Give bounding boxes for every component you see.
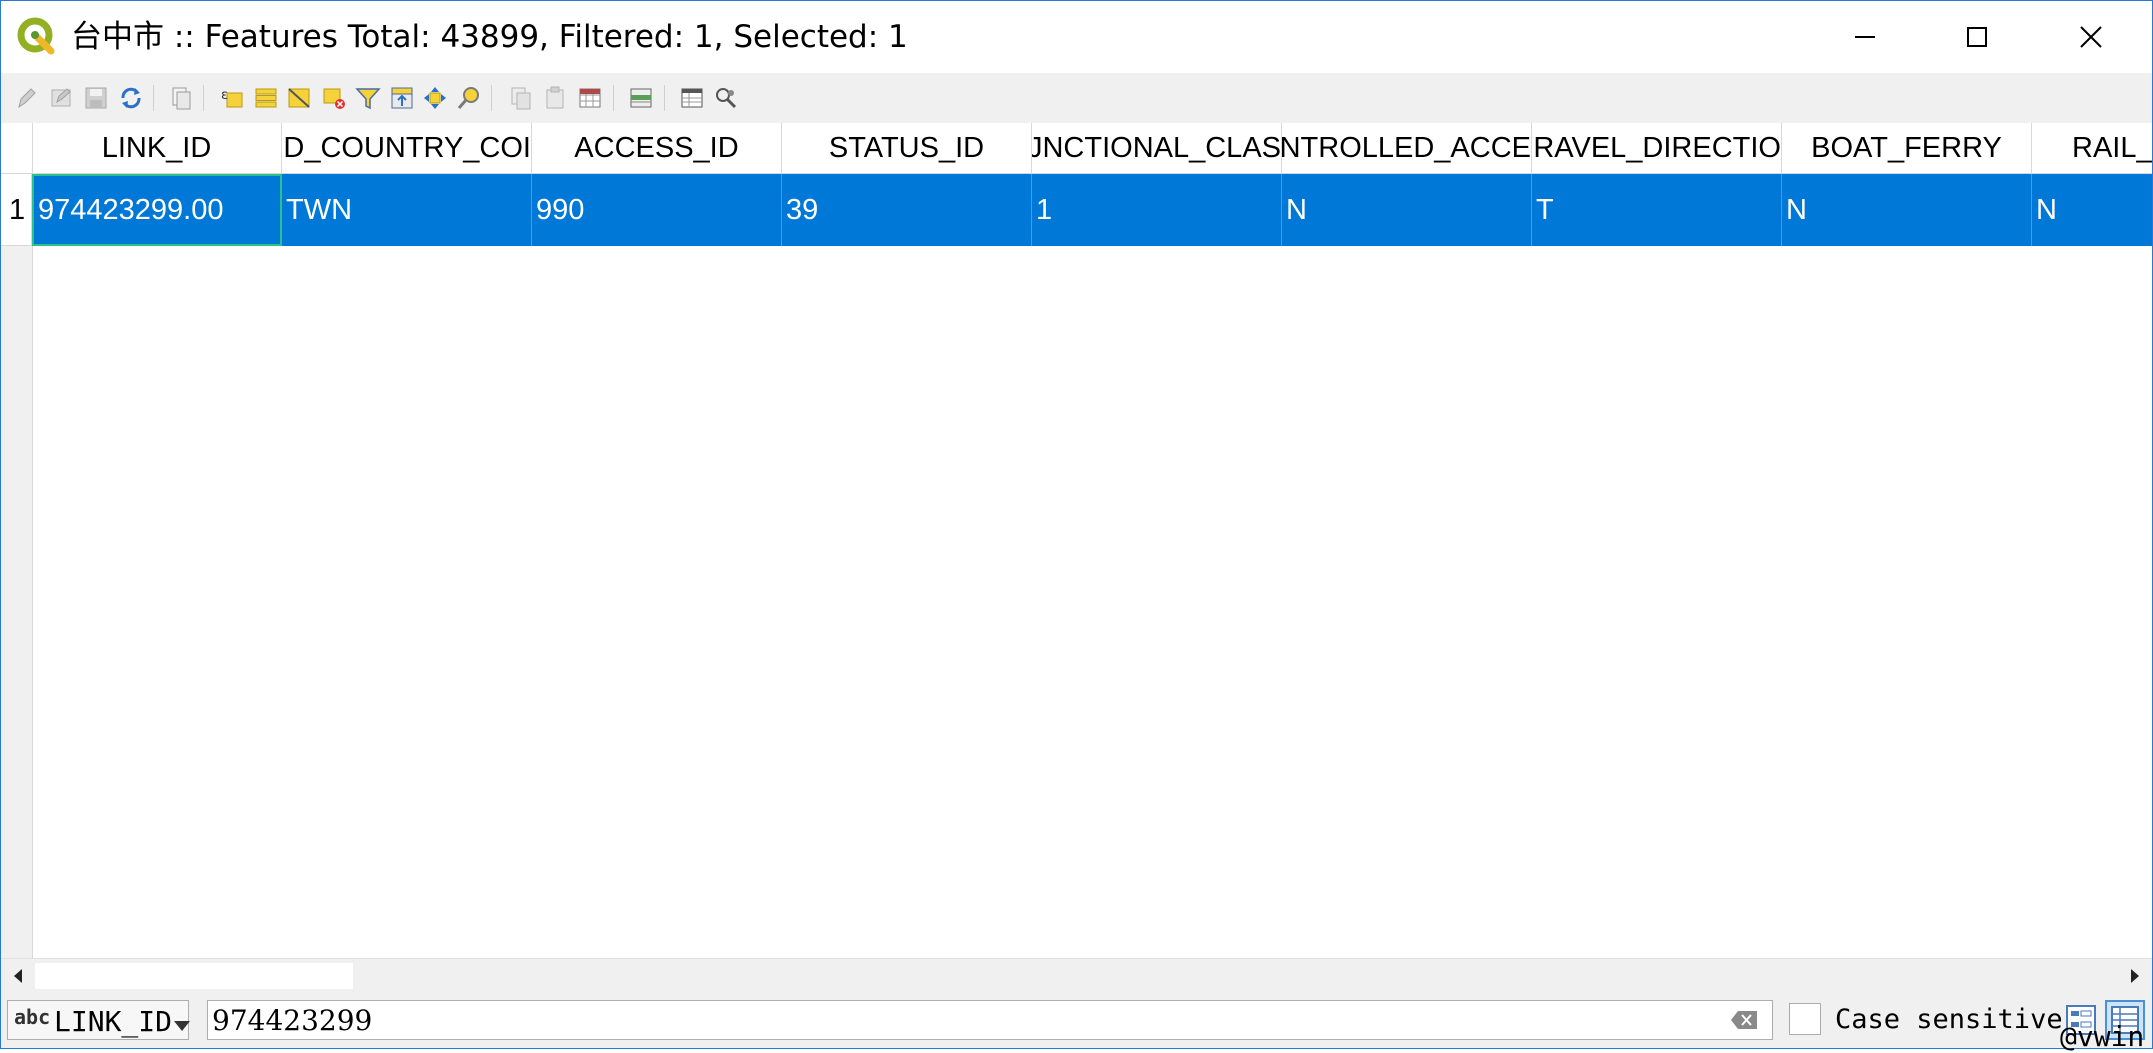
- qgis-logo-icon: [17, 17, 55, 55]
- arrow-left-icon: [14, 969, 22, 983]
- toolbar-separator: [153, 85, 154, 111]
- scrollbar-thumb[interactable]: [35, 963, 353, 989]
- move-selection-top-icon[interactable]: [389, 85, 415, 111]
- invert-selection-icon[interactable]: [286, 85, 312, 111]
- attribute-table[interactable]: LINK_ID D_COUNTRY_COI ACCESS_ID STATUS_I…: [1, 123, 2152, 958]
- chevron-down-icon: [174, 1021, 190, 1031]
- toggle-multi-edit-icon[interactable]: [49, 85, 75, 111]
- minimize-icon: [1855, 36, 1875, 38]
- add-feature-icon[interactable]: [168, 85, 194, 111]
- toolbar-separator: [664, 85, 665, 111]
- actions-icon[interactable]: [713, 85, 739, 111]
- save-edits-icon[interactable]: [83, 85, 109, 111]
- filter-search-box[interactable]: [207, 1000, 1773, 1040]
- table-cell-controlled-access[interactable]: N: [1282, 174, 1532, 246]
- table-row[interactable]: 974423299.00 TWN 990 39 1 N T N N: [32, 174, 2152, 246]
- row-number-header[interactable]: 1: [1, 174, 32, 246]
- table-header-row: LINK_ID D_COUNTRY_COI ACCESS_ID STATUS_I…: [1, 123, 2152, 174]
- table-cell-functional-class[interactable]: 1: [1032, 174, 1282, 246]
- maximize-button[interactable]: [1931, 1, 2023, 73]
- paste-features-icon[interactable]: [543, 85, 569, 111]
- filter-select-icon[interactable]: [355, 85, 381, 111]
- table-cell-link-id[interactable]: 974423299.00: [32, 174, 282, 246]
- column-header-functional-class[interactable]: JNCTIONAL_CLAS: [1032, 123, 1282, 173]
- table-cell-access-id[interactable]: 990: [532, 174, 782, 246]
- field-calculator-icon[interactable]: [628, 85, 654, 111]
- field-selector-button[interactable]: abc LINK_ID: [7, 1000, 190, 1040]
- arrow-right-icon: [2131, 969, 2139, 983]
- case-sensitive-label: Case sensitive: [1835, 1004, 2063, 1035]
- delete-field-icon[interactable]: [577, 85, 603, 111]
- select-all-icon[interactable]: [253, 85, 279, 111]
- column-header-boat-ferry[interactable]: BOAT_FERRY: [1782, 123, 2032, 173]
- reload-table-icon[interactable]: [118, 85, 144, 111]
- column-header-status-id[interactable]: STATUS_ID: [782, 123, 1032, 173]
- minimize-button[interactable]: [1819, 1, 1911, 73]
- field-name-label: LINK_ID: [54, 1005, 173, 1038]
- table-cell-boat-ferry[interactable]: N: [1782, 174, 2032, 246]
- toolbar-separator: [491, 85, 492, 111]
- case-sensitive-checkbox[interactable]: [1789, 1003, 1821, 1035]
- column-header-controlled-access[interactable]: NTROLLED_ACCE: [1282, 123, 1532, 173]
- copy-rows-icon[interactable]: [508, 85, 534, 111]
- dock-table-icon[interactable]: [679, 85, 705, 111]
- scroll-right-button[interactable]: [2118, 959, 2152, 993]
- toolbar-separator: [613, 85, 614, 111]
- filter-bar: abc LINK_ID Case sensitive: [1, 992, 2152, 1048]
- column-header-iso-country-code[interactable]: D_COUNTRY_COI: [282, 123, 532, 173]
- clear-text-icon[interactable]: [1730, 1010, 1758, 1030]
- field-type-label: abc: [14, 1005, 51, 1029]
- select-by-expression-icon[interactable]: ε: [219, 85, 245, 111]
- table-cell-travel-direction[interactable]: T: [1532, 174, 1782, 246]
- column-header-link-id[interactable]: LINK_ID: [32, 123, 282, 173]
- filter-search-input[interactable]: [212, 1001, 1712, 1039]
- close-button[interactable]: [2045, 1, 2137, 73]
- table-corner-button[interactable]: [1, 123, 33, 173]
- scroll-left-button[interactable]: [1, 959, 35, 993]
- table-cell-iso-country-code[interactable]: TWN: [282, 174, 532, 246]
- pan-to-selection-icon[interactable]: [422, 85, 448, 111]
- attribute-toolbar: ε: [1, 73, 2152, 123]
- column-header-travel-direction[interactable]: RAVEL_DIRECTIO: [1532, 123, 1782, 173]
- toolbar-separator: [203, 85, 204, 111]
- maximize-icon: [1967, 27, 1987, 47]
- table-cell-status-id[interactable]: 39: [782, 174, 1032, 246]
- title-bar[interactable]: 台中市 :: Features Total: 43899, Filtered: …: [1, 1, 2152, 73]
- horizontal-scrollbar[interactable]: [1, 958, 2152, 993]
- svg-text:ε: ε: [221, 88, 228, 103]
- row-header-gutter: [1, 246, 33, 958]
- window-title: 台中市 :: Features Total: 43899, Filtered: …: [71, 19, 908, 55]
- column-header-rail-ferry[interactable]: RAIL_: [2032, 123, 2152, 173]
- table-cell-rail-ferry[interactable]: N: [2032, 174, 2152, 246]
- overlay-text: @vwin: [2060, 1020, 2145, 1053]
- attribute-table-window: 台中市 :: Features Total: 43899, Filtered: …: [0, 0, 2153, 1049]
- toggle-editing-icon[interactable]: [13, 85, 39, 111]
- deselect-all-icon[interactable]: [321, 85, 347, 111]
- zoom-to-selection-icon[interactable]: [456, 85, 482, 111]
- close-icon: [2080, 26, 2102, 48]
- column-header-access-id[interactable]: ACCESS_ID: [532, 123, 782, 173]
